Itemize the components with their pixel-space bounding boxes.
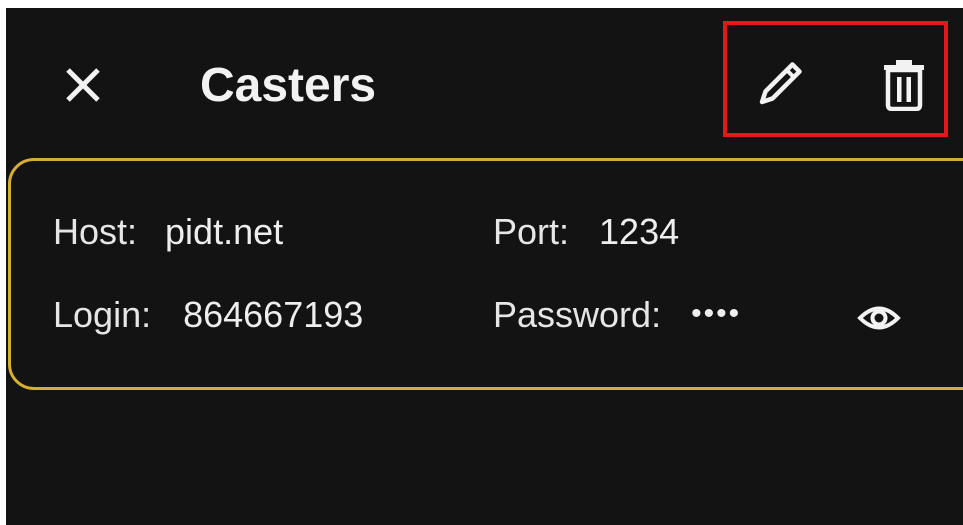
eye-icon: [857, 299, 901, 337]
caster-card[interactable]: Host: pidt.net Port: 1234 Login: 864667193 …: [8, 158, 963, 390]
host-value: pidt.net: [165, 211, 284, 252]
port-value: 1234: [599, 211, 680, 252]
login-field: Login: 864667193: [53, 295, 363, 335]
close-icon: [60, 62, 106, 108]
close-button[interactable]: [60, 62, 106, 108]
caster-screen: Casters Host: pidt.net Port: 1234 Login:…: [6, 8, 963, 525]
login-value: 864667193: [183, 294, 364, 335]
password-value: ••••: [691, 297, 742, 330]
page-title: Casters: [200, 59, 377, 112]
port-label: Port:: [493, 211, 570, 252]
edit-button[interactable]: [753, 59, 805, 111]
trash-icon: [880, 59, 928, 111]
password-field: Password: ••••: [493, 295, 741, 338]
pencil-icon: [753, 59, 805, 111]
delete-button[interactable]: [880, 59, 928, 111]
show-password-button[interactable]: [857, 299, 901, 337]
login-label: Login:: [53, 294, 152, 335]
port-field: Port: 1234: [493, 212, 679, 252]
password-label: Password:: [493, 294, 662, 335]
host-field: Host: pidt.net: [53, 212, 283, 252]
host-label: Host:: [53, 211, 138, 252]
